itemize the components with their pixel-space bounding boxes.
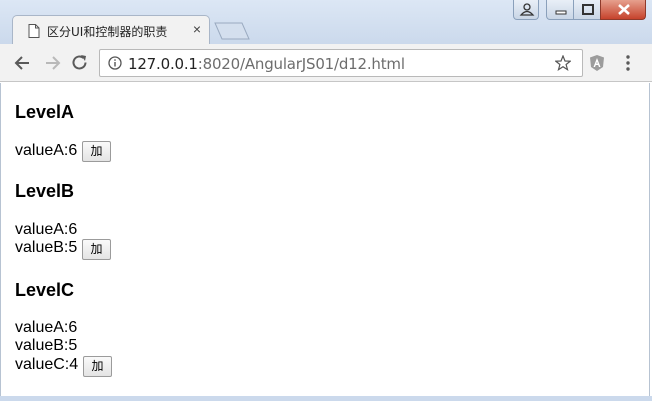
new-tab-button[interactable] bbox=[214, 22, 250, 40]
minimize-button[interactable] bbox=[546, 0, 574, 20]
user-profile-button[interactable] bbox=[513, 0, 539, 20]
star-icon[interactable] bbox=[555, 55, 571, 71]
forward-arrow-icon[interactable] bbox=[42, 53, 62, 73]
browser-tab[interactable]: 区分UI和控制器的职责 × bbox=[12, 15, 210, 45]
close-window-button[interactable] bbox=[600, 0, 646, 20]
level-a-heading: LevelA bbox=[15, 102, 75, 122]
document-icon bbox=[28, 24, 40, 38]
user-icon bbox=[519, 3, 535, 16]
maximize-button[interactable] bbox=[573, 0, 601, 20]
level-b-heading: LevelB bbox=[15, 181, 75, 201]
level-a-value-a: valueA:6 bbox=[15, 142, 78, 159]
url-text[interactable]: 127.0.0.1:8020/AngularJS01/d12.html bbox=[128, 55, 405, 73]
angular-extension-icon[interactable] bbox=[588, 54, 606, 72]
kebab-menu-icon[interactable] bbox=[620, 54, 636, 72]
level-b-value-b: valueB:5 bbox=[15, 239, 78, 256]
level-b-add-button[interactable]: 加 bbox=[82, 239, 111, 260]
browser-toolbar: 127.0.0.1:8020/AngularJS01/d12.html bbox=[0, 44, 652, 82]
url-host: 127.0.0.1 bbox=[128, 55, 198, 73]
level-b-value-a: valueA:6 bbox=[15, 221, 78, 238]
reload-icon[interactable] bbox=[70, 53, 90, 73]
level-c-add-button[interactable]: 加 bbox=[83, 356, 112, 377]
info-icon[interactable] bbox=[108, 56, 122, 70]
level-c-value-c: valueC:4 bbox=[15, 356, 79, 373]
level-c-heading: LevelC bbox=[15, 280, 75, 300]
address-bar[interactable]: 127.0.0.1:8020/AngularJS01/d12.html bbox=[99, 49, 583, 77]
maximize-icon bbox=[582, 4, 594, 15]
close-icon bbox=[618, 4, 630, 15]
page-content: LevelA valueA:6 加 LevelB valueA:6 valueB… bbox=[0, 83, 650, 397]
window-bottom-border bbox=[0, 396, 652, 401]
tab-close-icon[interactable]: × bbox=[189, 21, 205, 37]
level-c-value-b: valueB:5 bbox=[15, 337, 78, 354]
url-path: :8020/AngularJS01/d12.html bbox=[197, 55, 405, 73]
back-arrow-icon[interactable] bbox=[13, 53, 33, 73]
level-a-add-button[interactable]: 加 bbox=[82, 141, 111, 162]
tab-title: 区分UI和控制器的职责 bbox=[47, 25, 168, 39]
level-c-value-a: valueA:6 bbox=[15, 319, 78, 336]
minimize-icon bbox=[555, 10, 567, 15]
title-bar: 区分UI和控制器的职责 × bbox=[0, 0, 652, 45]
